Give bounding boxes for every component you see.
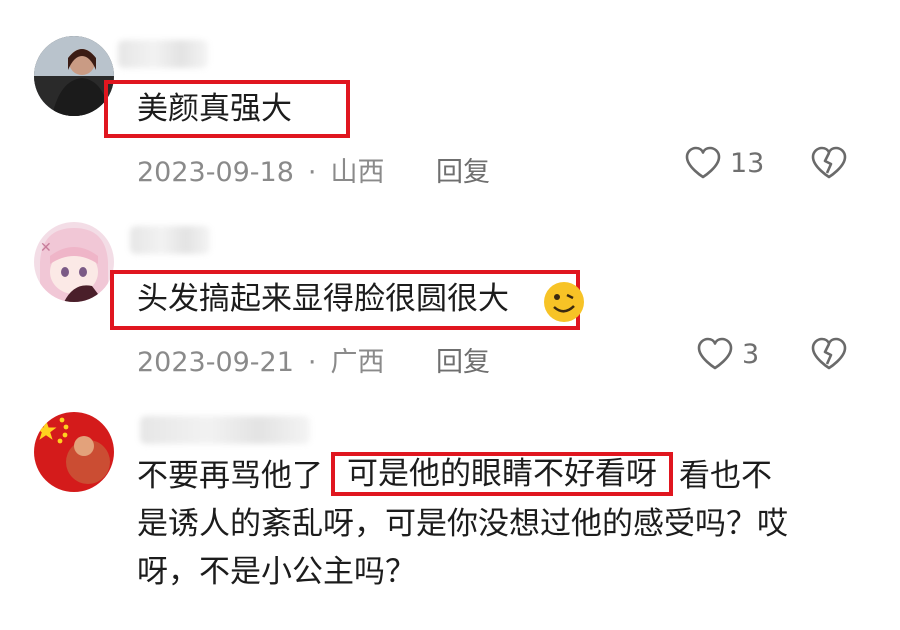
meta-separator: · [307,157,317,188]
reply-button[interactable]: 回复 [436,340,490,379]
avatar-photo-icon [34,36,114,116]
avatar[interactable] [34,36,114,116]
heart-icon [685,146,721,179]
comment-region: 广西 [330,347,385,378]
reply-button[interactable]: 回复 [436,150,490,189]
like-count: 3 [742,338,760,370]
comment-text-line-1: 不要再骂他了 可是他的眼睛不好看呀 看也不 [137,452,877,500]
username-blurred [118,40,208,68]
comment-text-line-2: 是诱人的紊乱呀，可是你没想过他的感受吗？哎 [137,506,788,542]
meta-separator: · [307,347,317,378]
like-button[interactable]: 13 [684,146,764,180]
smile-emoji-icon [540,280,588,328]
svg-text:✕: ✕ [40,240,52,256]
dislike-button[interactable] [810,337,848,375]
comment-1: 美颜真强大 2023-09-18 · 山西 回复 13 [0,0,900,200]
comment-date: 2023-09-21 [137,347,294,378]
comment-3: 不要再骂他了 可是他的眼睛不好看呀 看也不 是诱人的紊乱呀，可是你没想过他的感受吗？… [0,390,900,630]
comment-text-line-3: 呀，不是小公主吗？ [137,554,416,590]
flag-avatar-icon [34,412,114,492]
comment-meta: 2023-09-21 · 广西 [137,340,385,379]
like-button[interactable]: 3 [696,337,759,371]
text-segment: 不要再骂他了 [137,458,323,494]
comment-2: ✕ 头发搞起来显得脸很圆很大 2023-09-21 · 广西 回复 3 [0,200,900,390]
comment-region: 山西 [330,157,385,188]
like-count: 13 [730,147,765,179]
highlighted-phrase: 可是他的眼睛不好看呀 [331,452,673,496]
comment-date: 2023-09-18 [137,157,294,188]
comment-text: 美颜真强大 [137,91,292,127]
comment-meta: 2023-09-18 · 山西 [137,150,385,189]
avatar[interactable] [34,412,114,492]
username-blurred [140,416,310,444]
comment-text: 头发搞起来显得脸很圆很大 [137,281,509,317]
dislike-button[interactable] [810,146,848,184]
broken-heart-icon [811,146,847,179]
text-segment: 看也不 [679,458,772,494]
comment-text: 不要再骂他了 可是他的眼睛不好看呀 看也不 是诱人的紊乱呀，可是你没想过他的感受吗？… [137,452,877,596]
username-blurred [130,226,210,254]
heart-icon [697,337,733,370]
avatar[interactable]: ✕ [34,222,114,302]
anime-girl-icon: ✕ [34,222,114,302]
broken-heart-icon [811,337,847,370]
